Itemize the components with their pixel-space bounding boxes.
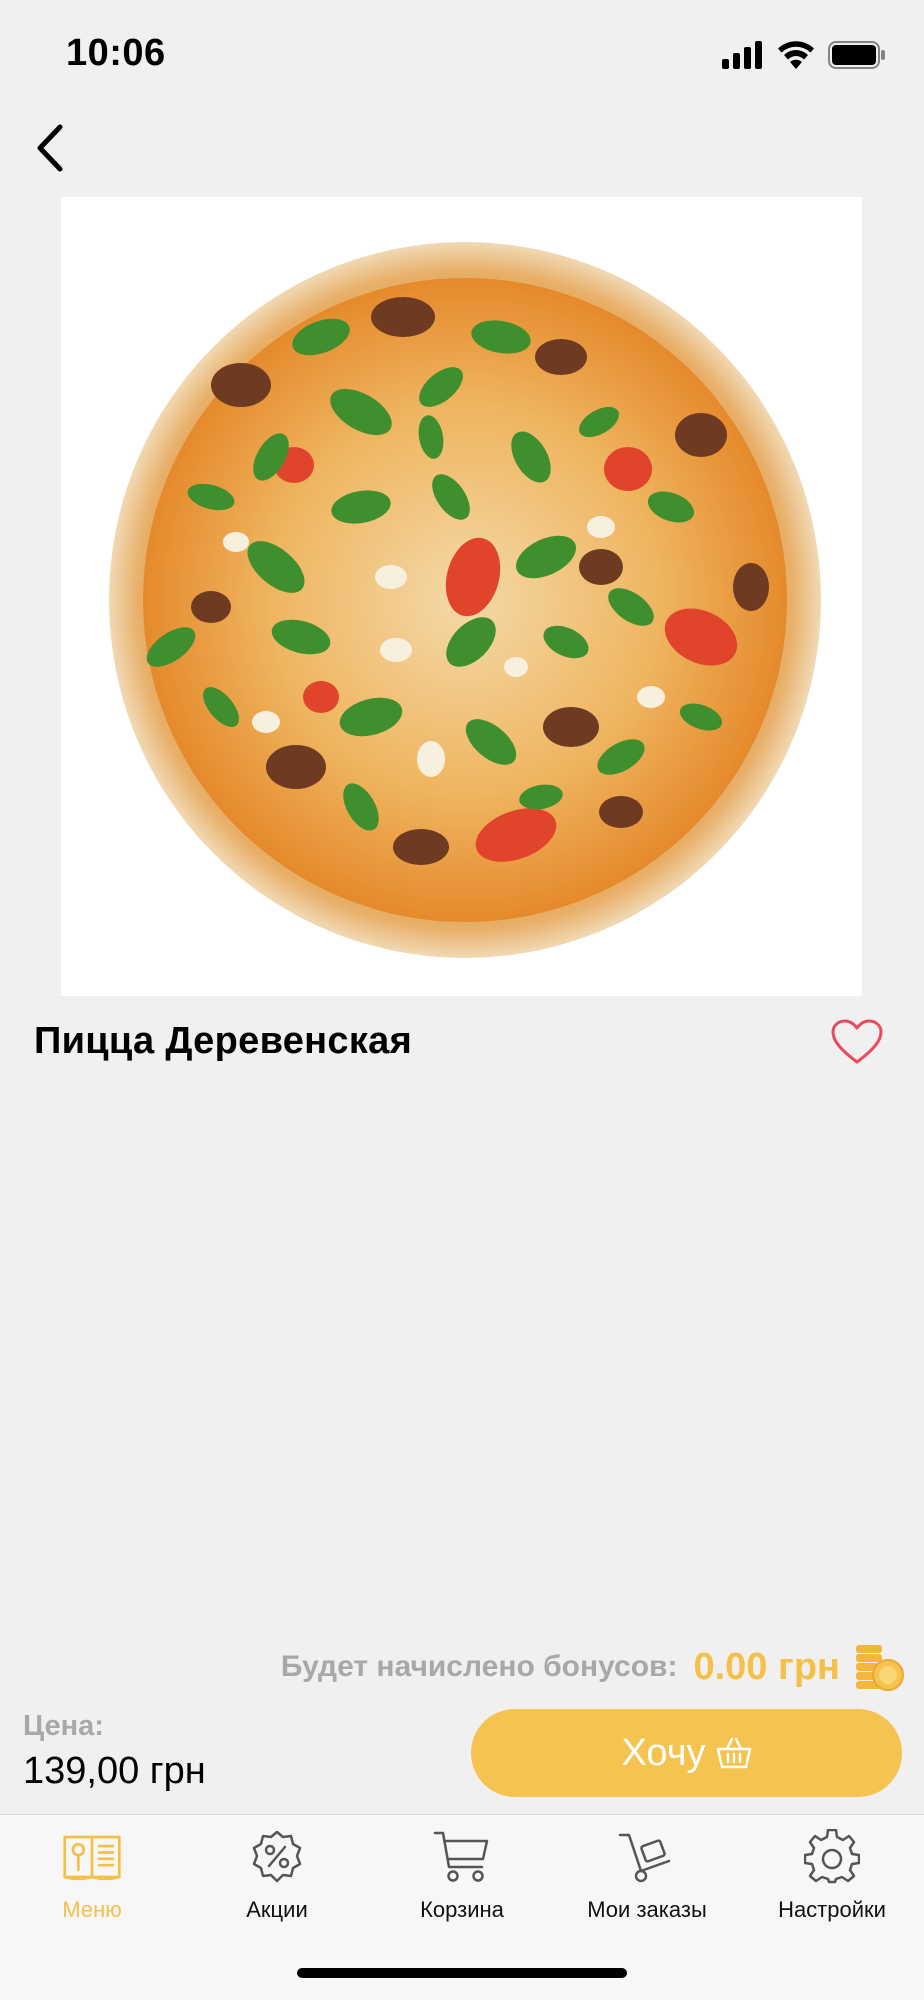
heart-icon bbox=[831, 1019, 883, 1064]
product-title: Пицца Деревенская bbox=[34, 1020, 413, 1062]
tab-label: Акции bbox=[246, 1897, 308, 1922]
tab-settings[interactable]: Настройки bbox=[740, 1829, 924, 1939]
cart-icon bbox=[432, 1829, 492, 1885]
signal-icon bbox=[722, 41, 762, 69]
tab-label: Меню bbox=[62, 1897, 122, 1922]
coins-icon bbox=[856, 1645, 904, 1691]
percent-badge-icon bbox=[247, 1829, 307, 1885]
tab-menu[interactable]: Меню bbox=[0, 1829, 184, 1939]
pizza-photo bbox=[109, 242, 821, 958]
tab-label: Мои заказы bbox=[587, 1897, 707, 1922]
tab-promotions[interactable]: Акции bbox=[185, 1829, 369, 1939]
want-button-label: Хочу bbox=[621, 1731, 706, 1774]
hand-truck-icon bbox=[617, 1829, 677, 1885]
product-image bbox=[61, 197, 862, 996]
tab-label: Настройки bbox=[778, 1897, 886, 1922]
battery-icon bbox=[828, 41, 885, 69]
price-label: Цена: bbox=[23, 1710, 104, 1742]
status-time: 10:06 bbox=[66, 32, 166, 74]
status-bar: 10:06 bbox=[0, 0, 924, 110]
home-indicator bbox=[297, 1968, 627, 1978]
price-value: 139,00 грн bbox=[23, 1750, 206, 1792]
favorite-button[interactable] bbox=[826, 1014, 888, 1070]
gear-icon bbox=[802, 1829, 862, 1885]
tab-cart[interactable]: Корзина bbox=[370, 1829, 554, 1939]
tab-my-orders[interactable]: Мои заказы bbox=[555, 1829, 739, 1939]
bonus-row: Будет начислено бонусов: 0.00 грн bbox=[281, 1637, 904, 1697]
basket-icon bbox=[716, 1737, 751, 1769]
bonus-value: 0.00 грн bbox=[693, 1645, 840, 1688]
chevron-left-icon bbox=[37, 124, 63, 172]
status-icons bbox=[722, 38, 886, 72]
wifi-icon bbox=[778, 41, 814, 69]
back-button[interactable] bbox=[20, 115, 80, 181]
tab-label: Корзина bbox=[420, 1897, 504, 1922]
menu-book-icon bbox=[62, 1829, 122, 1885]
bonus-label: Будет начислено бонусов: bbox=[280, 1650, 678, 1683]
want-button[interactable]: Хочу bbox=[471, 1709, 902, 1797]
